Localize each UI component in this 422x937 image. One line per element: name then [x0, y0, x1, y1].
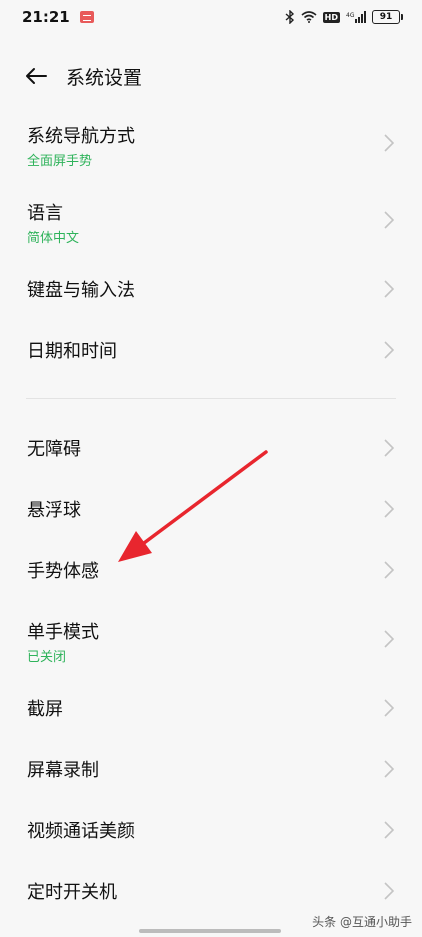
settings-list: 系统导航方式 全面屏手势 语言 简体中文 键盘与输入法 日期和时间 无障碍 悬浮… — [0, 104, 422, 921]
setting-one-handed-mode[interactable]: 单手模式 已关闭 — [0, 600, 422, 677]
setting-subtitle: 全面屏手势 — [27, 154, 93, 169]
setting-screen-recording[interactable]: 屏幕录制 — [0, 738, 422, 799]
chevron-right-icon — [384, 698, 394, 717]
chevron-right-icon — [384, 133, 394, 152]
chevron-right-icon — [384, 279, 394, 298]
status-left: 21:21 — [22, 8, 94, 26]
signal-icon: 4G — [346, 11, 366, 23]
status-time: 21:21 — [22, 8, 70, 26]
battery-indicator: 91 — [372, 10, 403, 24]
setting-title: 视频通话美颜 — [27, 820, 135, 842]
page-header: 系统设置 — [0, 52, 422, 100]
setting-title: 定时开关机 — [27, 881, 117, 903]
watermark: 头条 @互通小助手 — [312, 915, 412, 929]
chevron-right-icon — [384, 438, 394, 457]
chevron-right-icon — [384, 629, 394, 648]
wifi-icon — [301, 11, 317, 23]
notification-icon — [79, 11, 94, 23]
setting-accessibility[interactable]: 无障碍 — [0, 417, 422, 478]
chevron-right-icon — [384, 759, 394, 778]
setting-floating-ball[interactable]: 悬浮球 — [0, 478, 422, 539]
setting-subtitle: 简体中文 — [27, 231, 80, 246]
setting-subtitle: 已关闭 — [27, 650, 67, 665]
setting-title: 键盘与输入法 — [27, 279, 135, 301]
setting-video-call-beauty[interactable]: 视频通话美颜 — [0, 799, 422, 860]
setting-title: 屏幕录制 — [27, 759, 99, 781]
home-indicator[interactable] — [139, 929, 281, 933]
chevron-right-icon — [384, 560, 394, 579]
chevron-right-icon — [384, 340, 394, 359]
setting-system-navigation[interactable]: 系统导航方式 全面屏手势 — [0, 104, 422, 181]
setting-language[interactable]: 语言 简体中文 — [0, 181, 422, 258]
chevron-right-icon — [384, 499, 394, 518]
hd-badge: HD — [322, 11, 340, 23]
status-right: HD 4G 91 — [285, 10, 403, 24]
setting-title: 日期和时间 — [27, 340, 117, 362]
chevron-right-icon — [384, 881, 394, 900]
setting-date-time[interactable]: 日期和时间 — [0, 319, 422, 380]
setting-title: 系统导航方式 — [27, 126, 135, 147]
svg-text:4G: 4G — [346, 12, 355, 19]
setting-keyboard-input[interactable]: 键盘与输入法 — [0, 258, 422, 319]
setting-title: 单手模式 — [27, 622, 99, 643]
page-title: 系统设置 — [66, 66, 143, 89]
section-divider — [26, 398, 396, 399]
setting-title: 无障碍 — [27, 438, 81, 460]
setting-title: 悬浮球 — [27, 499, 81, 521]
back-arrow-icon[interactable] — [24, 64, 48, 88]
setting-title: 语言 — [27, 203, 63, 224]
setting-title: 手势体感 — [27, 560, 99, 582]
status-bar: 21:21 HD 4G 91 — [0, 0, 422, 34]
setting-title: 截屏 — [27, 698, 63, 720]
setting-scheduled-power[interactable]: 定时开关机 — [0, 860, 422, 921]
bluetooth-icon — [285, 10, 294, 24]
setting-gestures-motion[interactable]: 手势体感 — [0, 539, 422, 600]
chevron-right-icon — [384, 210, 394, 229]
chevron-right-icon — [384, 820, 394, 839]
setting-screenshot[interactable]: 截屏 — [0, 677, 422, 738]
